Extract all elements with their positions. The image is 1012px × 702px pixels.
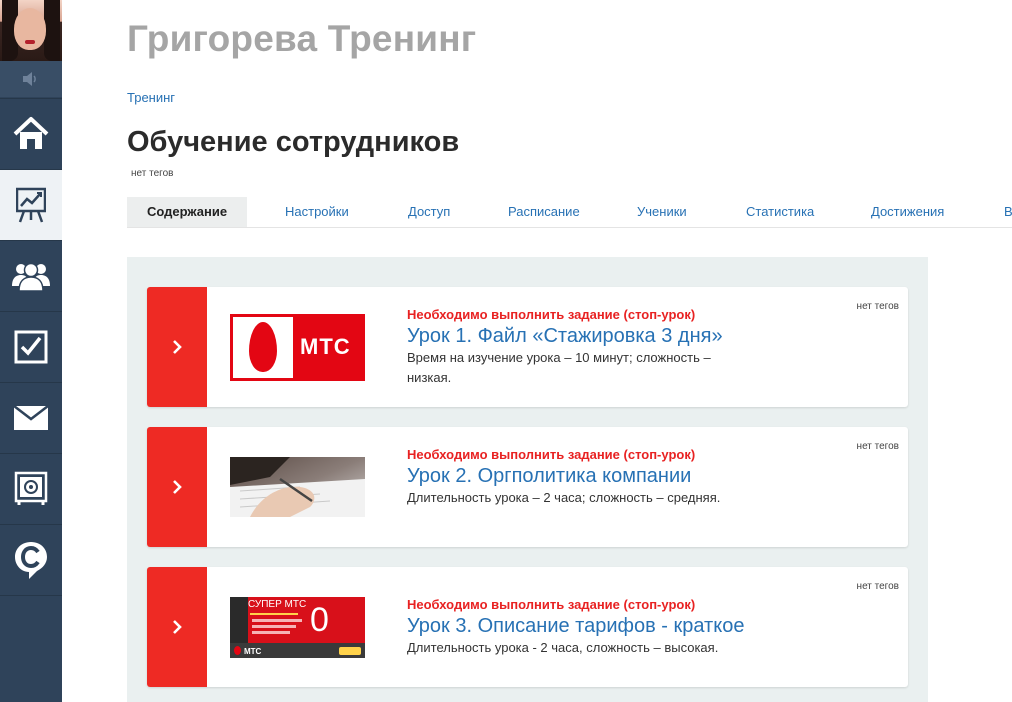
banner-heading: СУПЕР МТС	[248, 599, 307, 610]
lesson-thumbnail: СУПЕР МТС 0 МТС	[230, 597, 365, 658]
banner-text-line	[252, 631, 290, 634]
lesson-card[interactable]: Необходимо выполнить задание (стоп-урок)…	[147, 427, 908, 547]
checkbox-icon	[14, 330, 48, 364]
lessons-panel: МТС Необходимо выполнить задание (стоп-у…	[127, 257, 928, 702]
avatar-hair-right	[44, 0, 60, 61]
c-chat-icon	[15, 542, 47, 579]
breadcrumb-link[interactable]: Тренинг	[127, 90, 175, 105]
lesson-title-link[interactable]: Урок 1. Файл «Стажировка 3 дня»	[407, 325, 723, 348]
lesson-description: Время на изучение урока – 10 минут; слож…	[407, 350, 711, 385]
lesson-tags: нет тегов	[856, 441, 899, 452]
banner-badge	[339, 647, 361, 655]
chevron-right-icon	[173, 340, 182, 354]
lesson-tags: нет тегов	[856, 581, 899, 592]
training-chart-icon	[16, 187, 46, 223]
nav-training[interactable]	[0, 169, 62, 240]
stop-lesson-alert: Необходимо выполнить задание (стоп-урок)	[407, 307, 696, 322]
tab-settings[interactable]: Настройки	[285, 197, 349, 227]
hand-writing-photo	[230, 457, 365, 517]
tab-students[interactable]: Ученики	[637, 197, 687, 227]
nav-chat[interactable]	[0, 524, 62, 595]
tab-content[interactable]: Содержание	[127, 197, 248, 227]
avatar-lips	[25, 40, 35, 44]
banner-egg-icon	[234, 646, 241, 655]
tab-statistics[interactable]: Статистика	[746, 197, 814, 227]
mts-egg-icon	[249, 322, 277, 372]
lesson-thumbnail: МТС	[230, 314, 365, 381]
nav-tasks[interactable]	[0, 311, 62, 382]
page-title: Обучение сотрудников	[127, 126, 460, 158]
banner-text-line	[252, 625, 296, 628]
tab-more[interactable]: В	[1004, 197, 1012, 227]
tab-bar: Содержание Настройки Доступ Расписание У…	[127, 197, 1012, 228]
tab-achievements[interactable]: Достижения	[871, 197, 944, 227]
chevron-right-icon	[173, 620, 182, 634]
banner-number: 0	[310, 601, 329, 639]
sidebar	[0, 0, 62, 702]
tab-schedule[interactable]: Расписание	[508, 197, 580, 227]
lesson-tags: нет тегов	[856, 301, 899, 312]
lesson-description: Длительность урока – 2 часа; сложность –…	[407, 490, 721, 505]
mts-logo-text: МТС	[300, 334, 351, 359]
site-title: Григорева Тренинг	[127, 18, 477, 59]
nav-storage[interactable]	[0, 453, 62, 524]
home-icon	[13, 117, 49, 149]
page-tags: нет тегов	[131, 168, 174, 179]
lesson-thumbnail	[230, 457, 365, 517]
users-icon	[12, 262, 50, 292]
lesson-title-link[interactable]: Урок 2. Оргполитика компании	[407, 465, 691, 488]
lesson-card[interactable]: СУПЕР МТС 0 МТС Необходимо выполнить зад…	[147, 567, 908, 687]
nav-messages[interactable]	[0, 382, 62, 453]
banner-brand: МТС	[244, 647, 262, 656]
open-lesson-button[interactable]	[147, 427, 207, 547]
sidebar-divider	[0, 595, 62, 596]
sound-icon[interactable]	[0, 61, 62, 97]
banner-text-line	[252, 619, 302, 622]
stop-lesson-alert: Необходимо выполнить задание (стоп-урок)	[407, 447, 696, 462]
open-lesson-button[interactable]	[147, 567, 207, 687]
user-avatar[interactable]	[0, 0, 62, 61]
mts-logo-box	[233, 317, 293, 378]
open-lesson-button[interactable]	[147, 287, 207, 407]
tab-access[interactable]: Доступ	[408, 197, 450, 227]
lesson-title-link[interactable]: Урок 3. Описание тарифов - краткое	[407, 615, 744, 638]
chevron-right-icon	[173, 480, 182, 494]
nav-home[interactable]	[0, 98, 62, 169]
stop-lesson-alert: Необходимо выполнить задание (стоп-урок)	[407, 597, 696, 612]
banner-yellow-line	[250, 613, 298, 615]
safe-icon	[14, 471, 48, 505]
nav-users[interactable]	[0, 240, 62, 311]
lesson-description: Длительность урока - 2 часа, сложность –…	[407, 640, 719, 655]
mail-icon	[13, 405, 49, 430]
lesson-card[interactable]: МТС Необходимо выполнить задание (стоп-у…	[147, 287, 908, 407]
